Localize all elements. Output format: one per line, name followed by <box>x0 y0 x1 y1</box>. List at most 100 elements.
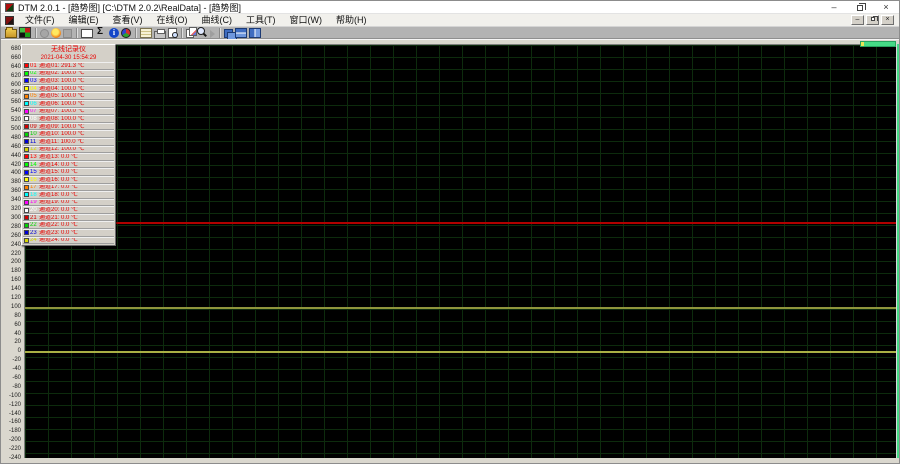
channel-color-chip <box>24 78 29 83</box>
channel-value: 通道20: 0.0 ℃ <box>39 207 78 213</box>
legend-row[interactable]: 10通道10: 100.0 ℃ <box>23 130 114 138</box>
pointer-disabled-icon[interactable] <box>210 30 215 38</box>
menu-item[interactable]: 窗口(W) <box>283 14 330 27</box>
legend-row[interactable]: 20通道20: 0.0 ℃ <box>23 206 114 214</box>
record-disabled-icon[interactable] <box>40 29 49 38</box>
legend-row[interactable]: 16通道16: 0.0 ℃ <box>23 176 114 184</box>
menu-item[interactable]: 帮助(H) <box>329 14 374 27</box>
y-tick-label: 380 <box>0 179 21 185</box>
legend-row[interactable]: 18通道18: 0.0 ℃ <box>23 191 114 199</box>
mdi-minimize-button[interactable]: – <box>851 15 864 25</box>
channel-value: 通道19: 0.0 ℃ <box>39 199 78 205</box>
channel-grid-icon[interactable] <box>19 27 31 38</box>
y-tick-label: -80 <box>0 384 21 390</box>
close-button[interactable]: × <box>873 1 899 13</box>
zoom-icon[interactable] <box>196 27 208 38</box>
channel-color-chip <box>24 223 29 228</box>
vertical-scroll-indicator[interactable] <box>896 44 900 458</box>
toolbar-separator <box>135 28 136 38</box>
y-tick-label: 640 <box>0 64 21 70</box>
tile-horizontal-icon[interactable] <box>235 28 247 38</box>
legend-row[interactable]: 23通道23: 0.0 ℃ <box>23 229 114 237</box>
horizontal-scroll-indicator[interactable] <box>860 41 896 47</box>
legend-row[interactable]: 01通道01: 291.3 ℃ <box>23 62 114 70</box>
legend-row[interactable]: 22通道22: 0.0 ℃ <box>23 221 114 229</box>
sum-icon[interactable] <box>95 27 107 38</box>
channel-number: 04 <box>30 86 39 92</box>
menu-item[interactable]: 文件(F) <box>18 14 62 27</box>
legend-row[interactable]: 15通道15: 0.0 ℃ <box>23 168 114 176</box>
legend-row[interactable]: 02通道02: 100.0 ℃ <box>23 70 114 78</box>
copy-icon[interactable] <box>186 29 194 38</box>
cascade-windows-icon[interactable] <box>224 29 233 38</box>
channel-number: 07 <box>30 108 39 114</box>
channel-color-chip <box>24 154 29 159</box>
menu-item[interactable]: 查看(V) <box>106 14 150 27</box>
stop-disabled-icon[interactable] <box>63 29 72 38</box>
legend-row[interactable]: 17通道17: 0.0 ℃ <box>23 184 114 192</box>
channel-value: 通道05: 100.0 ℃ <box>39 93 84 99</box>
channel-color-chip <box>24 230 29 235</box>
notepad-icon[interactable] <box>140 28 152 38</box>
legend-row[interactable]: 21通道21: 0.0 ℃ <box>23 214 114 222</box>
channel-number: 17 <box>30 184 39 190</box>
menu-bar: 文件(F)编辑(E)查看(V)在线(O)曲线(C)工具(T)窗口(W)帮助(H)… <box>1 14 899 27</box>
legend-row[interactable]: 03通道03: 100.0 ℃ <box>23 77 114 85</box>
legend-row[interactable]: 19通道19: 0.0 ℃ <box>23 199 114 207</box>
restore-button[interactable] <box>847 1 873 13</box>
legend-row[interactable]: 04通道04: 100.0 ℃ <box>23 85 114 93</box>
menu-item[interactable]: 曲线(C) <box>195 14 240 27</box>
legend-row[interactable]: 06通道06: 100.0 ℃ <box>23 100 114 108</box>
channel-value: 通道21: 0.0 ℃ <box>39 215 78 221</box>
legend-row[interactable]: 24通道24: 0.0 ℃ <box>23 237 114 245</box>
print-icon[interactable] <box>154 31 166 39</box>
channel-value: 通道04: 100.0 ℃ <box>39 86 84 92</box>
window-icon[interactable] <box>81 29 93 38</box>
info-icon[interactable] <box>109 28 119 38</box>
mdi-close-button[interactable]: × <box>881 15 894 25</box>
menu-item[interactable]: 编辑(E) <box>62 14 106 27</box>
channel-value: 通道23: 0.0 ℃ <box>39 230 78 236</box>
y-tick-label: 620 <box>0 73 21 79</box>
menu-item[interactable]: 在线(O) <box>150 14 195 27</box>
series-line <box>25 307 896 309</box>
y-tick-label: 160 <box>0 277 21 283</box>
legend-timestamp: 2021-04-30 15:54:29 <box>22 54 115 62</box>
alarm-icon[interactable] <box>51 28 61 38</box>
y-axis: 6806606406206005805605405205004804604404… <box>1 44 22 458</box>
channel-value: 通道03: 100.0 ℃ <box>39 78 84 84</box>
channel-color-chip <box>24 139 29 144</box>
minimize-button[interactable]: – <box>821 1 847 13</box>
legend-row[interactable]: 07通道07: 100.0 ℃ <box>23 108 114 116</box>
channel-number: 20 <box>30 207 39 213</box>
legend-row[interactable]: 12通道12: 100.0 ℃ <box>23 146 114 154</box>
legend-row[interactable]: 09通道09: 100.0 ℃ <box>23 123 114 131</box>
y-tick-label: 680 <box>0 46 21 52</box>
open-folder-icon[interactable] <box>5 29 17 38</box>
channel-color-chip <box>24 94 29 99</box>
legend-row[interactable]: 08通道08: 100.0 ℃ <box>23 115 114 123</box>
pie-chart-icon[interactable] <box>121 28 131 38</box>
channel-color-chip <box>24 170 29 175</box>
y-tick-label: -160 <box>0 419 21 425</box>
y-tick-label: 440 <box>0 153 21 159</box>
channel-number: 18 <box>30 192 39 198</box>
channel-value: 通道01: 291.3 ℃ <box>39 63 84 69</box>
legend-row[interactable]: 11通道11: 100.0 ℃ <box>23 138 114 146</box>
channel-number: 08 <box>30 116 39 122</box>
mdi-restore-button[interactable] <box>866 15 879 25</box>
legend-row[interactable]: 05通道05: 100.0 ℃ <box>23 92 114 100</box>
chart-plot-area[interactable] <box>24 44 896 458</box>
y-tick-label: 280 <box>0 224 21 230</box>
y-tick-label: 100 <box>0 304 21 310</box>
legend-row[interactable]: 14通道14: 0.0 ℃ <box>23 161 114 169</box>
tile-vertical-icon[interactable] <box>249 28 261 38</box>
print-preview-icon[interactable] <box>168 28 177 38</box>
channel-value: 通道11: 100.0 ℃ <box>39 139 84 145</box>
y-tick-label: 400 <box>0 170 21 176</box>
channel-value: 通道18: 0.0 ℃ <box>39 192 78 198</box>
menu-item[interactable]: 工具(T) <box>239 14 283 27</box>
channel-value: 通道08: 100.0 ℃ <box>39 116 84 122</box>
dtm-window: DTM 2.0.1 - [趋势图] [C:\DTM 2.0.2\RealData… <box>0 0 900 464</box>
legend-row[interactable]: 13通道13: 0.0 ℃ <box>23 153 114 161</box>
